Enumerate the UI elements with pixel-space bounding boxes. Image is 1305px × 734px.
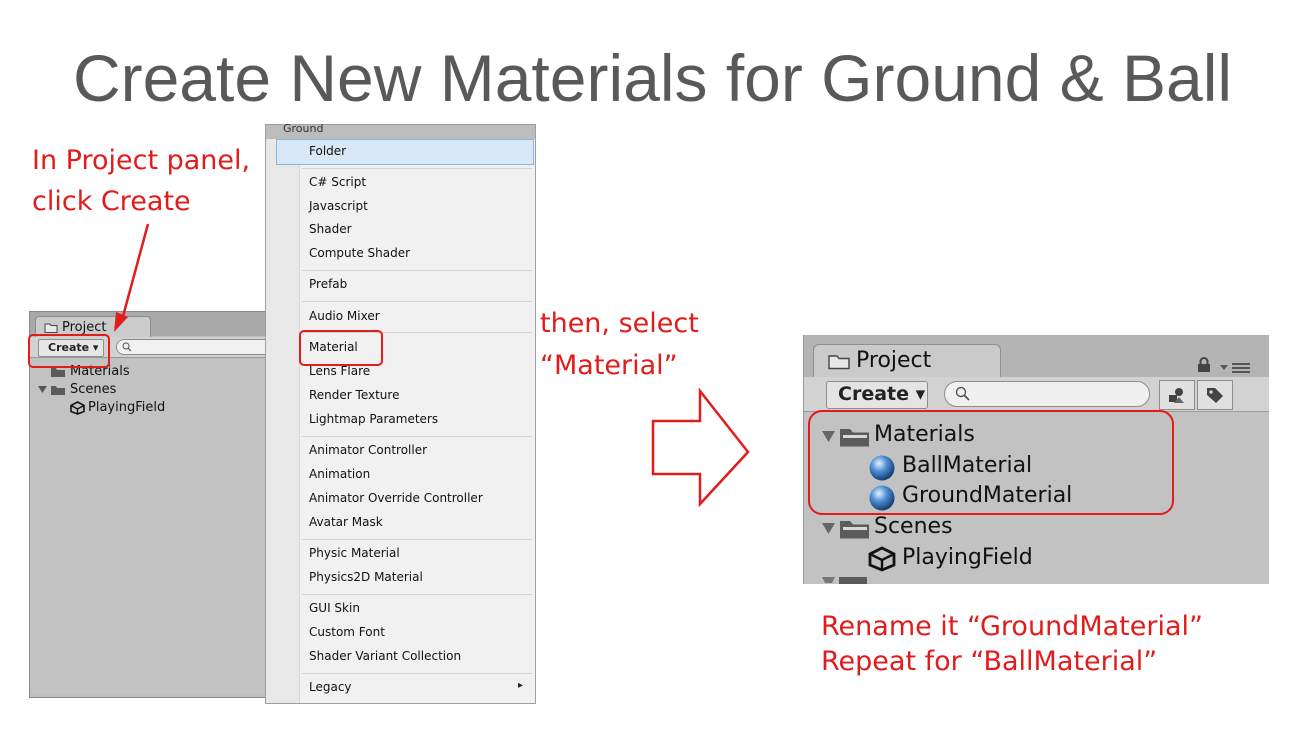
- folder-icon: [840, 521, 869, 539]
- tree-item-label: Scenes: [874, 514, 953, 539]
- next-step-arrow-icon: [651, 387, 750, 508]
- panel-toolbar: Create ▾: [804, 377, 1269, 412]
- folder-icon: [828, 355, 850, 370]
- tree-item-partially-visible: [822, 577, 942, 584]
- unity-scene-icon: [868, 546, 896, 572]
- create-button-label: Create ▾: [838, 383, 926, 405]
- tag-icon: [1207, 388, 1223, 403]
- lock-icon[interactable]: [1196, 357, 1212, 373]
- project-tab-label: Project: [856, 348, 932, 373]
- pointer-arrow-line: [120, 223, 150, 321]
- project-tab[interactable]: Project: [813, 344, 1001, 379]
- folder-icon: [822, 577, 867, 584]
- note-step3-line2: Repeat for “BallMaterial”: [821, 646, 1158, 677]
- tree-item-label: PlayingField: [902, 545, 1033, 570]
- search-input[interactable]: [944, 381, 1150, 407]
- tree-item-playingfield[interactable]: PlayingField: [868, 544, 1168, 574]
- filter-by-type-button[interactable]: [1159, 380, 1195, 410]
- pointer-arrow-head: [114, 312, 128, 332]
- filter-by-label-button[interactable]: [1197, 380, 1233, 410]
- create-button[interactable]: Create ▾: [826, 381, 928, 409]
- expand-arrow-icon[interactable]: [822, 523, 836, 535]
- shapes-icon: [1169, 388, 1184, 403]
- panel-menu-icon[interactable]: [1218, 360, 1252, 374]
- tree-item-scenes[interactable]: Scenes: [822, 513, 1162, 543]
- new-materials-highlight-box: [808, 410, 1174, 515]
- panel-tab-bar: Project: [804, 335, 1269, 379]
- search-icon: [955, 386, 970, 401]
